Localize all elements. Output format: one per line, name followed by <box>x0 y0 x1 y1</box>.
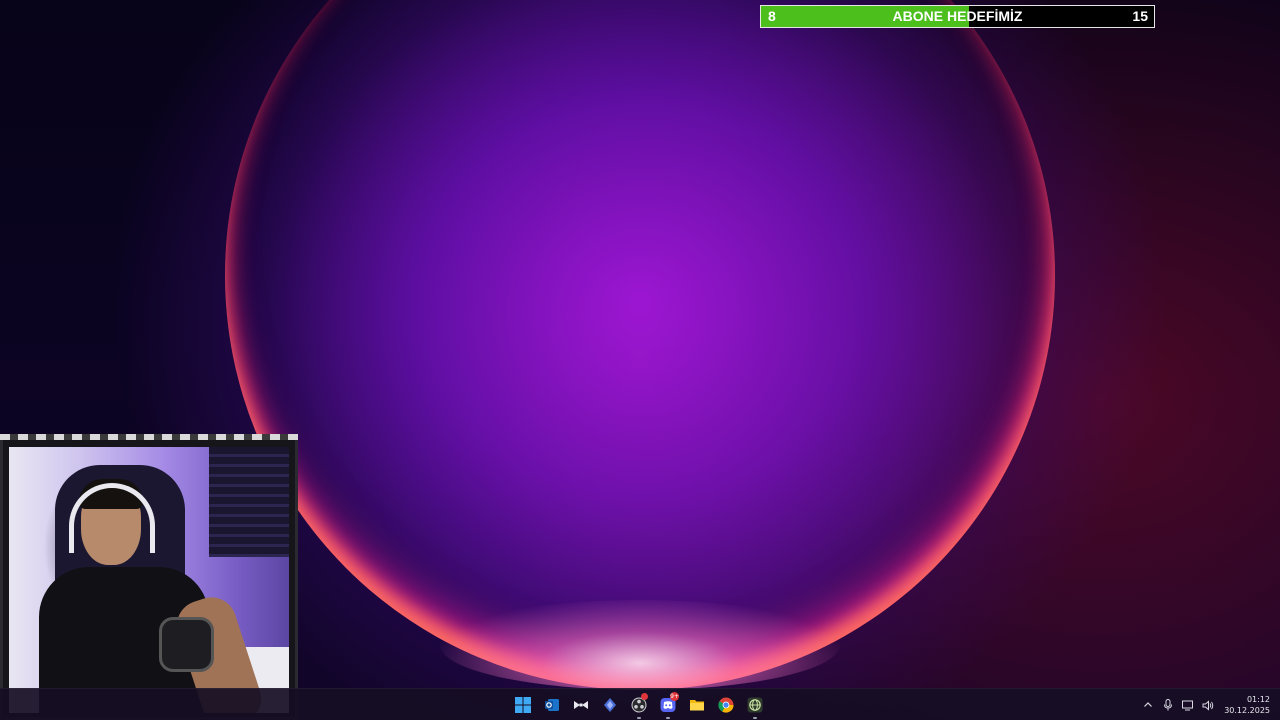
volume-icon <box>1202 699 1214 711</box>
app9-button[interactable] <box>740 690 769 720</box>
network-button[interactable] <box>1178 690 1198 720</box>
webcam-video <box>9 447 289 713</box>
folder-icon <box>689 700 704 711</box>
microphone <box>159 617 214 672</box>
subscriber-goal-bar: 8 ABONE HEDEFİMİZ 15 <box>760 5 1155 28</box>
chevron-up-icon <box>1144 702 1153 707</box>
obs-button[interactable] <box>624 690 653 720</box>
microphone-button[interactable] <box>1158 690 1178 720</box>
outlook-icon <box>544 699 559 711</box>
show-hidden-icons-button[interactable] <box>1138 690 1158 720</box>
volume-button[interactable] <box>1198 690 1218 720</box>
window-blinds <box>209 447 289 557</box>
wallpaper-glow <box>440 600 840 690</box>
wallpaper-orb <box>225 0 1055 690</box>
system-tray: 01:12 30.12.2025 <box>1138 689 1270 720</box>
chrome-icon <box>717 697 734 713</box>
discord-button[interactable]: 9+ <box>653 690 682 720</box>
start-button[interactable] <box>508 690 537 720</box>
goal-title: ABONE HEDEFİMİZ <box>892 8 1023 24</box>
taskbar: 9+ 01:12 30.12.2025 <box>0 688 1280 720</box>
file-explorer-button[interactable] <box>682 690 711 720</box>
clock-time: 01:12 <box>1246 695 1270 704</box>
obs-badge <box>641 693 648 700</box>
running-indicator <box>636 717 641 719</box>
chrome-button[interactable] <box>711 690 740 720</box>
globe-app-icon <box>747 697 762 713</box>
discord-notification-badge: 9+ <box>670 692 679 701</box>
clock-date: 30.12.2025 <box>1224 706 1270 715</box>
bowtie-app-icon <box>573 701 588 709</box>
running-indicator <box>665 717 670 719</box>
microphone-icon <box>1164 699 1173 711</box>
app4-button[interactable] <box>595 690 624 720</box>
webcam-frame <box>0 434 298 720</box>
taskbar-apps: 9+ <box>508 689 769 720</box>
windows-start-icon <box>514 697 531 713</box>
desktop-wallpaper: 8 ABONE HEDEFİMİZ 15 9+ 01:12 30.12.2025 <box>0 0 1280 720</box>
goal-target-count: 15 <box>1132 8 1148 24</box>
display-icon <box>1182 700 1194 710</box>
app3-button[interactable] <box>566 690 595 720</box>
diamond-app-icon <box>603 698 616 712</box>
running-indicator <box>752 717 757 719</box>
outlook-button[interactable] <box>537 690 566 720</box>
clock[interactable]: 01:12 30.12.2025 <box>1224 694 1270 716</box>
